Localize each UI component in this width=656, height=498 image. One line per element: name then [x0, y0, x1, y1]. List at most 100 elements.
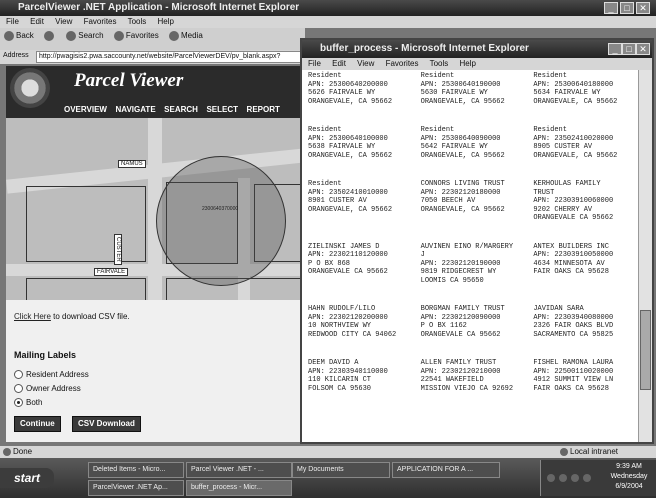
tray-icon[interactable]	[559, 474, 567, 482]
csv-line: Click Here to download CSV file.	[14, 312, 130, 321]
mailing-label-line: Resident	[533, 72, 567, 80]
favorites-button[interactable]: Favorites	[113, 31, 159, 41]
tray-icon[interactable]	[547, 474, 555, 482]
option-resident[interactable]: Resident Address	[14, 370, 89, 380]
taskbar-application[interactable]: APPLICATION FOR A ...	[392, 462, 500, 478]
popup-minimize-button[interactable]: _	[608, 43, 622, 55]
radio-resident[interactable]	[14, 370, 23, 380]
mailing-label-line: CONNORS LIVING TRUST	[420, 180, 505, 188]
mailing-label-line: 5630 FAIRVALE WY	[420, 89, 488, 97]
buffer-process-window: buffer_process - Microsoft Internet Expl…	[300, 38, 654, 444]
address-input[interactable]: http://pwagisis2.pwa.saccounty.net/websi…	[36, 51, 304, 63]
popup-titlebar[interactable]: buffer_process - Microsoft Internet Expl…	[302, 40, 652, 58]
mailing-label-line: ORANGEVALE, CA 95662	[420, 151, 505, 160]
mailing-label-line: ANTEX BUILDERS INC	[533, 242, 609, 251]
main-window-titlebar[interactable]: ParcelViewer .NET Application - Microsof…	[0, 0, 656, 16]
taskbar-my-documents[interactable]: My Documents	[292, 462, 390, 478]
mailing-label-line: ORANGEVALE CA 95662	[420, 330, 501, 339]
mailing-label-line: APN: 22302120180000	[420, 188, 501, 197]
scrollbar-thumb[interactable]	[640, 310, 651, 390]
menu-tools[interactable]: Tools	[128, 17, 147, 26]
taskbar-deleted-items[interactable]: Deleted Items - Micro...	[88, 462, 184, 478]
nav-search[interactable]: SEARCH	[164, 104, 198, 116]
mailing-label-line: ORANGEVALE, CA 95662	[420, 97, 505, 106]
mailing-label-line: ORANGEVALE, CA 95662	[420, 205, 505, 214]
menu-edit[interactable]: Edit	[30, 17, 44, 26]
radio-both[interactable]	[14, 398, 23, 408]
mailing-label: Resident APN: 23502410010000 8901 CUSTER A…	[308, 180, 407, 223]
maximize-button[interactable]: □	[620, 2, 634, 14]
mailing-label-line: P O BX 868	[308, 259, 351, 268]
clock[interactable]: 9:39 AM Wednesday 6/9/2004	[603, 462, 655, 492]
media-button[interactable]: Media	[169, 31, 203, 41]
popup-close-button[interactable]: ✕	[636, 43, 650, 55]
mailing-label: Resident APN: 25300640180000 5634 FAIRVALE…	[533, 72, 632, 106]
menu-favorites[interactable]: Favorites	[84, 17, 117, 26]
star-icon	[113, 31, 124, 41]
mailing-label: Resident APN: 25300640190000 5630 FAIRVALE…	[421, 72, 520, 106]
media-icon	[169, 31, 179, 41]
minimize-button[interactable]: _	[604, 2, 618, 14]
mailing-label-line: 5638 FAIRVALE WY	[308, 143, 376, 151]
nav-navigate[interactable]: NAVIGATE	[116, 104, 156, 116]
option-both[interactable]: Both	[14, 398, 42, 408]
mailing-label: ANTEX BUILDERS INC APN: 22303910050000 463…	[533, 243, 632, 286]
mailing-label-line: 5642 FAIRVALE WY	[420, 143, 488, 151]
popup-menu-file[interactable]: File	[308, 59, 321, 68]
radio-owner[interactable]	[14, 384, 23, 394]
mailing-label-line: APN: 22302120210000	[420, 367, 501, 376]
option-owner[interactable]: Owner Address	[14, 384, 81, 394]
mailing-label-line: FAIR OAKS CA 95628	[533, 384, 609, 393]
mailing-label-line: FAIR OAKS CA 95628	[533, 268, 609, 276]
mailing-label: ZIELINSKI JAMES D APN: 22302110120000 P O …	[308, 243, 407, 286]
map-parcel	[26, 278, 146, 300]
continue-button[interactable]: Continue	[14, 416, 61, 432]
start-button[interactable]: start	[0, 468, 54, 488]
forward-button[interactable]	[44, 31, 56, 41]
mailing-label: DEEM DAVID A APN: 22303940110000 110 KILCA…	[308, 359, 407, 393]
mailing-label: Resident APN: 25300640100000 5638 FAIRVALE…	[308, 126, 407, 160]
search-button[interactable]: Search	[66, 31, 104, 41]
zone-indicator: Local intranet	[560, 446, 618, 458]
street-label: CUSTER	[114, 234, 122, 265]
csv-link[interactable]: Click Here	[14, 312, 51, 321]
tray-icon[interactable]	[571, 474, 579, 482]
nav-report[interactable]: REPORT	[247, 104, 280, 116]
taskbar: start Deleted Items - Micro... Parcel Vi…	[0, 458, 656, 498]
mailing-label-line: 22541 WAKEFIELD	[420, 376, 484, 384]
parcel-map[interactable]: 2300640370000 NAMUS FAIRVALE CUSTER	[6, 118, 306, 300]
back-button[interactable]: Back	[4, 31, 34, 41]
menu-view[interactable]: View	[55, 17, 72, 26]
mailing-label-line: MISSION VIEJO CA 92692	[420, 384, 514, 393]
taskbar-parcelviewer-app[interactable]: ParcelViewer .NET Ap...	[88, 480, 184, 496]
label-grid: Resident APN: 25300640200000 5626 FAIRVALE…	[302, 70, 638, 395]
tray-icon[interactable]	[583, 474, 591, 482]
taskbar-buffer-process[interactable]: buffer_process - Micr...	[186, 480, 292, 496]
popup-menu-view[interactable]: View	[357, 59, 374, 68]
menu-file[interactable]: File	[6, 17, 19, 26]
csv-download-button[interactable]: CSV Download	[72, 416, 141, 432]
close-button[interactable]: ✕	[636, 2, 650, 14]
popup-scrollbar[interactable]	[638, 70, 652, 442]
popup-menu-tools[interactable]: Tools	[430, 59, 449, 68]
street-label: FAIRVALE	[94, 268, 129, 276]
menu-help[interactable]: Help	[158, 17, 174, 26]
mailing-label-line: 8901 CUSTER AV	[308, 197, 367, 205]
popup-menu-edit[interactable]: Edit	[332, 59, 346, 68]
mailing-label-line: FOLSOM CA 95630	[308, 384, 372, 393]
mailing-label-line: 7050 BEECH AV	[420, 197, 476, 205]
popup-maximize-button[interactable]: □	[622, 43, 636, 55]
taskbar-parcel-viewer[interactable]: Parcel Viewer .NET - ...	[186, 462, 292, 478]
nav-select[interactable]: SELECT	[206, 104, 238, 116]
popup-menu-favorites[interactable]: Favorites	[386, 59, 419, 68]
mailing-label-line: Resident	[308, 126, 342, 134]
mailing-label-line: 10 NORTHVIEW WY	[308, 322, 372, 330]
popup-menu-help[interactable]: Help	[460, 59, 476, 68]
clock-day: Wednesday	[610, 473, 648, 480]
address-label: Address	[3, 52, 29, 59]
mailing-label-line: 8905 CUSTER AV	[533, 143, 593, 151]
mailing-label-line: KERHOULAS FAMILY	[533, 180, 601, 188]
mailing-label-line: SACRAMENTO CA 95825	[533, 330, 614, 339]
nav-overview[interactable]: OVERVIEW	[64, 104, 107, 116]
mailing-label-line: ORANGEVALE, CA 95662	[308, 205, 393, 214]
